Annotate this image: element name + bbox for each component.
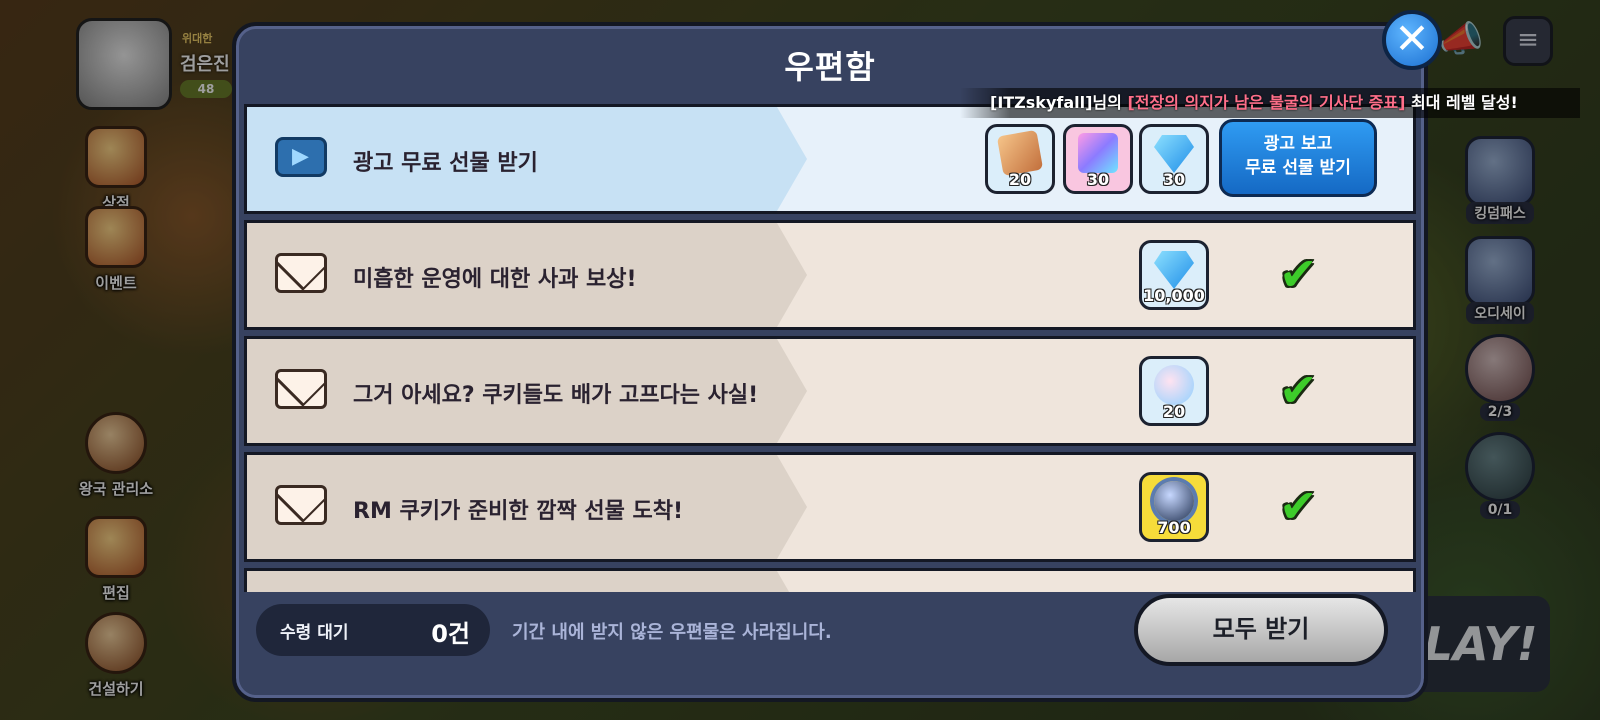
pending-count: 0건: [431, 620, 470, 648]
mailbox-dialog: 우편함 광고 무료 선물 받기 20 30 30 광고 보고 무료 선물 받기: [232, 22, 1428, 702]
pending-counter: 수령 대기 0건: [256, 604, 490, 656]
reward-qty: 20: [1162, 402, 1186, 421]
envelope-icon: [275, 369, 331, 413]
reward-qty: 10,000: [1143, 286, 1205, 305]
notice-mid: 님의: [1092, 93, 1128, 112]
reward-qty: 30: [1162, 170, 1186, 189]
crystal-gem-icon: [1154, 251, 1194, 289]
expiry-note: 기간 내에 받지 않은 우편물은 사라집니다.: [512, 622, 832, 643]
dialog-title: 우편함: [784, 48, 876, 86]
achievement-notice: [ITZskyfall]님의 [전장의 의지가 남은 불굴의 기사단 증표] 최…: [960, 88, 1580, 118]
claim-check-icon[interactable]: ✔: [1279, 483, 1335, 529]
ad-button-line2: 무료 선물 받기: [1245, 158, 1351, 178]
reward-item: 20: [1139, 356, 1209, 426]
reward-qty: 20: [1008, 170, 1032, 189]
notice-user: [ITZskyfall]: [990, 93, 1093, 112]
film-play-icon: [275, 137, 331, 181]
envelope-icon: [275, 253, 331, 297]
reward-item: 10,000: [1139, 240, 1209, 310]
reward-item: 30: [1063, 124, 1133, 194]
watch-ad-button[interactable]: 광고 보고 무료 선물 받기: [1219, 119, 1377, 197]
close-icon[interactable]: ✕: [1382, 10, 1442, 70]
candy-bag-icon: [1154, 365, 1194, 405]
ad-row-title: 광고 무료 선물 받기: [353, 151, 538, 176]
ad-reward-row: 광고 무료 선물 받기 20 30 30 광고 보고 무료 선물 받기: [244, 104, 1416, 214]
reward-item: 700: [1139, 472, 1209, 542]
mail-title: 미흡한 운영에 대한 사과 보상!: [353, 267, 637, 292]
claim-check-icon[interactable]: ✔: [1279, 367, 1335, 413]
crystal-gem-icon: [1154, 135, 1194, 173]
mail-row[interactable]: 미흡한 운영에 대한 사과 보상! 10,000 ✔: [244, 220, 1416, 330]
mail-title: RM 쿠키가 준비한 깜짝 선물 도착!: [353, 499, 684, 524]
mail-row[interactable]: RM 쿠키가 준비한 깜짝 선물 도착! 700 ✔: [244, 452, 1416, 562]
pending-label: 수령 대기: [280, 623, 349, 643]
notice-highlight: [전장의 의지가 남은 불굴의 기사단 증표]: [1127, 93, 1406, 112]
mail-title: 그거 아세요? 쿠키들도 배가 고프다는 사실!: [353, 383, 759, 408]
envelope-icon: [275, 485, 331, 529]
mail-list[interactable]: 광고 무료 선물 받기 20 30 30 광고 보고 무료 선물 받기 미흡한: [244, 104, 1416, 592]
reward-qty: 700: [1157, 518, 1191, 537]
reward-qty: 30: [1086, 170, 1110, 189]
reward-item: 30: [1139, 124, 1209, 194]
claim-check-icon[interactable]: ✔: [1279, 251, 1335, 297]
receive-all-button[interactable]: 모두 받기: [1134, 594, 1388, 666]
ad-button-line1: 광고 보고: [1263, 134, 1333, 154]
planet-orb-icon: [1154, 481, 1194, 521]
reward-item: 20: [985, 124, 1055, 194]
mail-row-partial[interactable]: [244, 568, 1416, 592]
notice-tail: 최대 레벨 달성!: [1405, 93, 1518, 112]
mail-row[interactable]: 그거 아세요? 쿠키들도 배가 고프다는 사실! 20 ✔: [244, 336, 1416, 446]
rainbow-cube-icon: [1078, 133, 1118, 173]
